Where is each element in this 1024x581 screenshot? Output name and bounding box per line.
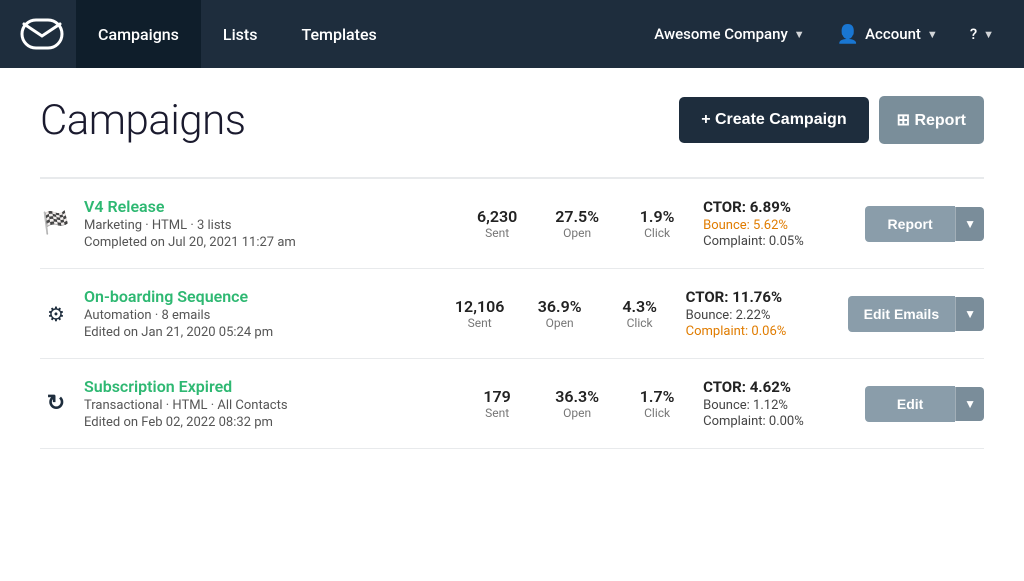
company-caret-icon: ▼ <box>794 28 805 41</box>
campaign-info: On-boarding Sequence Automation · 8 emai… <box>84 287 434 340</box>
stat-open-subscription: 36.3% Open <box>543 387 611 420</box>
account-label: Account <box>865 25 921 43</box>
help-dropdown[interactable]: ? ▼ <box>956 0 1008 68</box>
account-icon: 👤 <box>837 24 859 45</box>
ctor-subscription: CTOR: 4.62% Bounce: 1.12% Complaint: 0.0… <box>703 378 853 430</box>
gear-icon: ⚙ <box>40 302 72 326</box>
table-row: ⚙ On-boarding Sequence Automation · 8 em… <box>40 269 984 359</box>
campaign-status-subscription: Edited on Feb 02, 2022 08:32 pm <box>84 415 451 430</box>
campaign-name-v4[interactable]: V4 Release <box>84 197 164 216</box>
status-date-onboarding: on Jan 21, 2020 05:24 pm <box>123 325 273 340</box>
campaign-status-onboarding: Edited on Jan 21, 2020 05:24 pm <box>84 325 434 340</box>
campaign-info: V4 Release Marketing · HTML · 3 lists Co… <box>84 197 451 250</box>
help-caret-icon: ▼ <box>983 28 994 41</box>
stat-sent-v4: 6,230 Sent <box>463 207 531 240</box>
action-caret-subscription[interactable]: ▼ <box>955 387 984 421</box>
nav-item-lists[interactable]: Lists <box>201 0 280 68</box>
status-label-onboarding: Edited <box>84 325 120 340</box>
open-label: Open <box>563 226 591 240</box>
report-button-main[interactable]: ⊞ Report <box>879 96 984 144</box>
logo[interactable] <box>16 8 68 60</box>
status-date-v4: on Jul 20, 2021 11:27 am <box>150 235 295 250</box>
account-dropdown[interactable]: 👤 Account ▼ <box>823 0 952 68</box>
action-caret-v4[interactable]: ▼ <box>955 207 984 241</box>
status-label-v4: Completed <box>84 235 147 250</box>
company-label: Awesome Company <box>654 25 788 43</box>
click-value-subscription: 1.7% <box>640 387 675 406</box>
campaign-info: Subscription Expired Transactional · HTM… <box>84 377 451 430</box>
ctor-value-v4: CTOR: 6.89% <box>703 198 853 216</box>
refresh-icon: ↻ <box>40 391 72 416</box>
action-button-onboarding[interactable]: Edit Emails <box>848 296 955 332</box>
ctor-onboarding: CTOR: 11.76% Bounce: 2.22% Complaint: 0.… <box>686 288 836 340</box>
stat-click-v4: 1.9% Click <box>623 207 691 240</box>
main-nav: Campaigns Lists Templates Awesome Compan… <box>0 0 1024 68</box>
ctor-value-subscription: CTOR: 4.62% <box>703 378 853 396</box>
flag-icon: 🏁 <box>40 211 72 236</box>
help-label: ? <box>970 25 977 43</box>
create-campaign-button[interactable]: + Create Campaign <box>679 97 868 143</box>
complaint-value-onboarding: Complaint: 0.06% <box>686 324 836 339</box>
click-label: Click <box>644 406 670 420</box>
bounce-value-subscription: Bounce: 1.12% <box>703 398 853 413</box>
action-button-v4[interactable]: Report <box>865 206 955 242</box>
nav-right: Awesome Company ▼ 👤 Account ▼ ? ▼ <box>640 0 1008 68</box>
campaign-meta-v4: Marketing · HTML · 3 lists <box>84 218 451 233</box>
company-dropdown[interactable]: Awesome Company ▼ <box>640 0 818 68</box>
ctor-value-onboarding: CTOR: 11.76% <box>686 288 836 306</box>
page-title: Campaigns <box>40 96 245 145</box>
stat-sent-subscription: 179 Sent <box>463 387 531 420</box>
open-value-subscription: 36.3% <box>555 387 599 406</box>
complaint-value-v4: Complaint: 0.05% <box>703 234 853 249</box>
campaign-name-onboarding[interactable]: On-boarding Sequence <box>84 287 248 306</box>
sent-value-v4: 6,230 <box>477 207 517 226</box>
sent-label: Sent <box>468 316 492 330</box>
table-row: ↻ Subscription Expired Transactional · H… <box>40 359 984 449</box>
click-label: Click <box>644 226 670 240</box>
sent-label: Sent <box>485 226 509 240</box>
stat-click-onboarding: 4.3% Click <box>606 297 674 330</box>
open-value-onboarding: 36.9% <box>538 297 582 316</box>
table-row: 🏁 V4 Release Marketing · HTML · 3 lists … <box>40 179 984 269</box>
campaign-status-v4: Completed on Jul 20, 2021 11:27 am <box>84 235 451 250</box>
status-label-subscription: Edited <box>84 415 120 430</box>
open-label: Open <box>546 316 574 330</box>
open-value-v4: 27.5% <box>555 207 599 226</box>
campaign-name-subscription[interactable]: Subscription Expired <box>84 377 232 396</box>
account-caret-icon: ▼ <box>927 28 938 41</box>
action-group-onboarding: Edit Emails ▼ <box>848 296 984 332</box>
stat-open-onboarding: 36.9% Open <box>526 297 594 330</box>
page-header: Campaigns + Create Campaign ⊞ Report <box>40 96 984 145</box>
nav-links: Campaigns Lists Templates <box>76 0 640 68</box>
header-actions: + Create Campaign ⊞ Report <box>679 96 984 144</box>
stat-open-v4: 27.5% Open <box>543 207 611 240</box>
action-group-v4: Report ▼ <box>865 206 984 242</box>
sent-value-onboarding: 12,106 <box>455 297 504 316</box>
bounce-value-v4: Bounce: 5.62% <box>703 218 853 233</box>
action-caret-onboarding[interactable]: ▼ <box>955 297 984 331</box>
campaign-list: 🏁 V4 Release Marketing · HTML · 3 lists … <box>40 177 984 449</box>
click-value-onboarding: 4.3% <box>622 297 657 316</box>
campaign-meta-subscription: Transactional · HTML · All Contacts <box>84 398 451 413</box>
bounce-value-onboarding: Bounce: 2.22% <box>686 308 836 323</box>
action-button-subscription[interactable]: Edit <box>865 386 955 422</box>
campaign-meta-onboarding: Automation · 8 emails <box>84 308 434 323</box>
stat-sent-onboarding: 12,106 Sent <box>446 297 514 330</box>
action-group-subscription: Edit ▼ <box>865 386 984 422</box>
click-value-v4: 1.9% <box>640 207 675 226</box>
nav-item-templates[interactable]: Templates <box>279 0 398 68</box>
click-label: Click <box>627 316 653 330</box>
status-date-subscription: on Feb 02, 2022 08:32 pm <box>123 415 272 430</box>
main-content: Campaigns + Create Campaign ⊞ Report 🏁 V… <box>0 68 1024 581</box>
ctor-v4: CTOR: 6.89% Bounce: 5.62% Complaint: 0.0… <box>703 198 853 250</box>
sent-value-subscription: 179 <box>483 387 510 406</box>
sent-label: Sent <box>485 406 509 420</box>
open-label: Open <box>563 406 591 420</box>
complaint-value-subscription: Complaint: 0.00% <box>703 414 853 429</box>
stat-click-subscription: 1.7% Click <box>623 387 691 420</box>
nav-item-campaigns[interactable]: Campaigns <box>76 0 201 68</box>
